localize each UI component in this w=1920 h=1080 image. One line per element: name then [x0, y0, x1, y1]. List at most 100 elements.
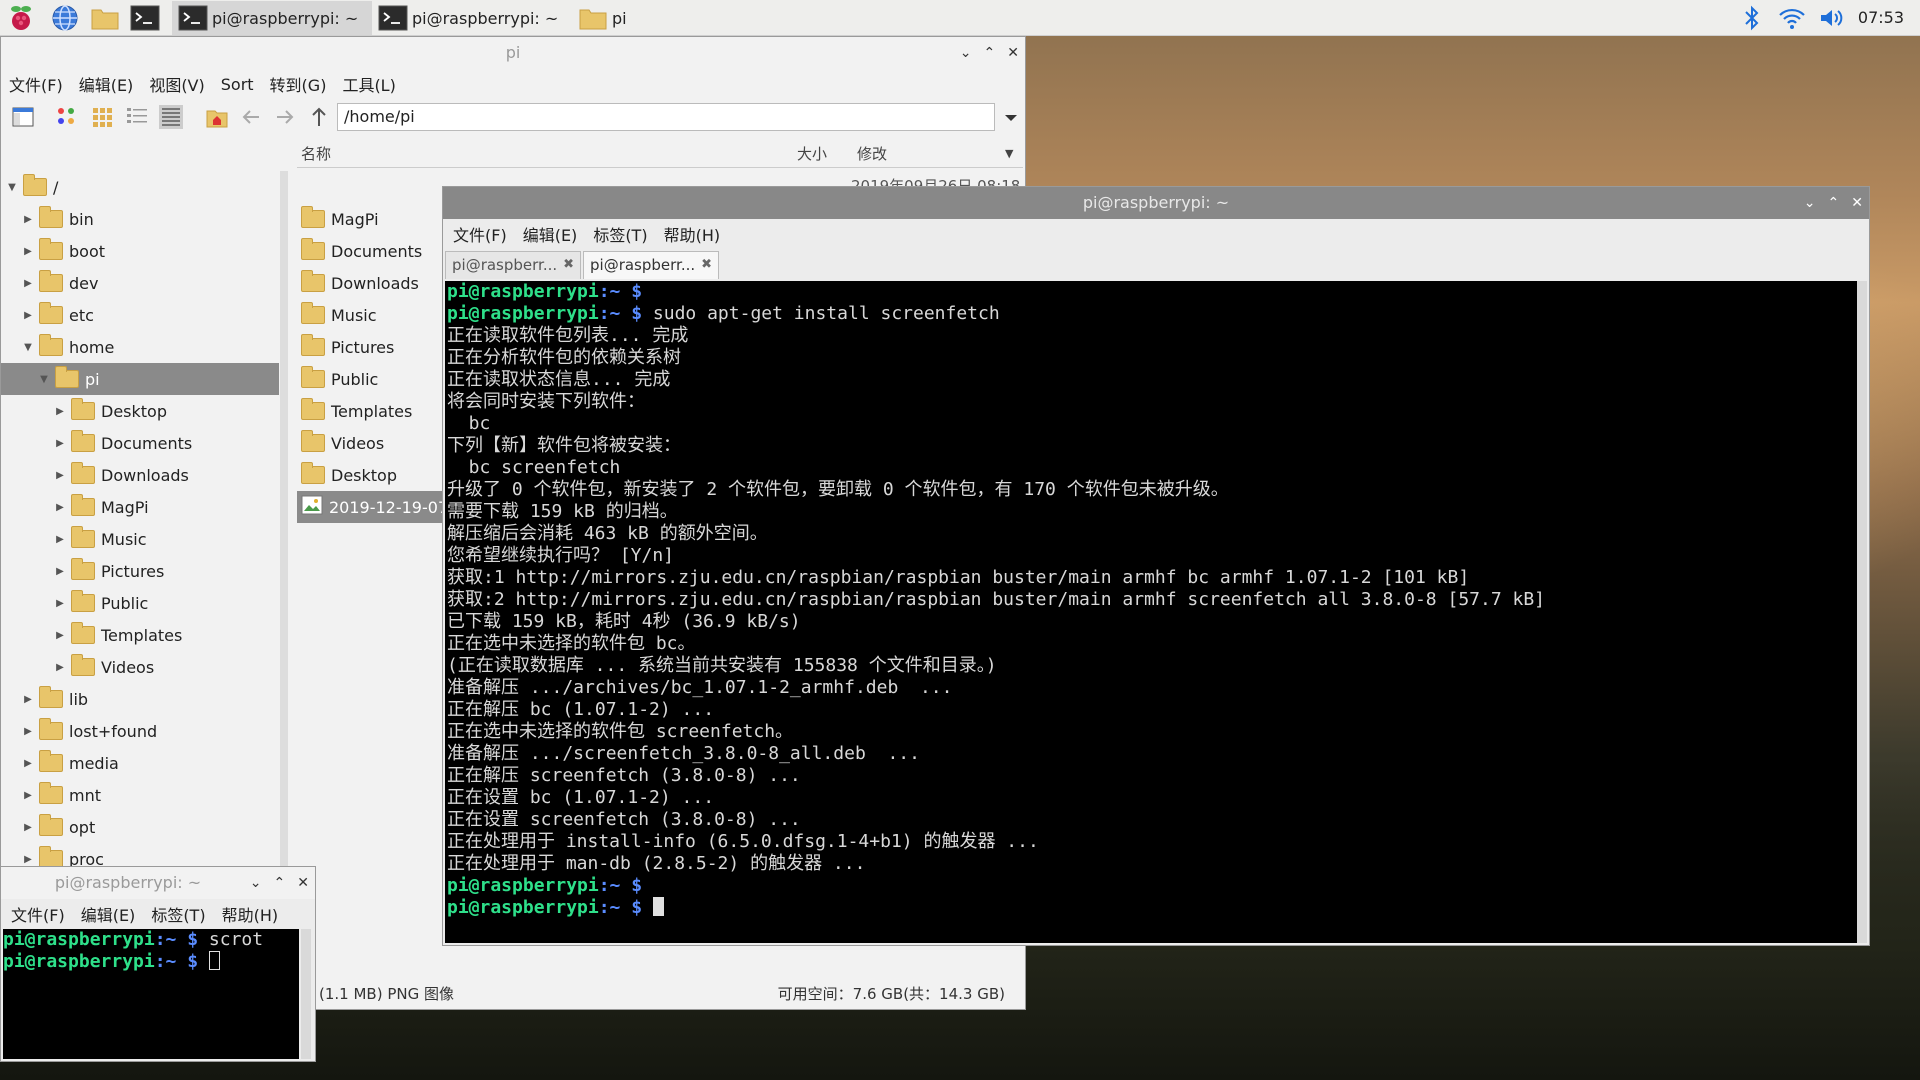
close-tab-icon[interactable]: ✖ [701, 252, 712, 278]
expander-closed-icon[interactable]: ▶ [53, 662, 67, 673]
menu-tabs[interactable]: 标签(T) [585, 222, 655, 246]
expander-closed-icon[interactable]: ▶ [21, 694, 35, 705]
menu-tabs[interactable]: 标签(T) [143, 902, 213, 926]
terminal-titlebar[interactable]: pi@raspberrypi: ~ ⌄ ⌃ ✕ [1, 867, 315, 899]
tree-item[interactable]: ▶ media [1, 747, 279, 779]
close-icon[interactable]: ✕ [1851, 187, 1863, 219]
menu-sort[interactable]: Sort [213, 75, 262, 94]
close-icon[interactable]: ✕ [1007, 37, 1019, 69]
tree-item[interactable]: ▼ home [1, 331, 279, 363]
expander-closed-icon[interactable]: ▶ [21, 246, 35, 257]
menu-file[interactable]: 文件(F) [445, 222, 515, 246]
tree-item[interactable]: ▶ MagPi [1, 491, 279, 523]
column-size[interactable]: 大小 [797, 143, 827, 164]
tree-item[interactable]: ▶ lib [1, 683, 279, 715]
view-compact-icon[interactable] [125, 105, 149, 129]
path-input[interactable]: /home/pi [337, 103, 995, 131]
maximize-icon[interactable]: ⌃ [984, 37, 996, 69]
tree-item[interactable]: ▼ / [1, 171, 279, 203]
menu-tools[interactable]: 工具(L) [334, 72, 403, 96]
tree-item[interactable]: ▶ opt [1, 811, 279, 843]
menu-edit[interactable]: 编辑(E) [71, 72, 142, 96]
tree-scrollbar[interactable] [280, 171, 288, 901]
home-folder-icon[interactable] [205, 105, 229, 129]
view-icons-color-icon[interactable] [55, 105, 79, 129]
tree-item[interactable]: ▶ Downloads [1, 459, 279, 491]
expander-closed-icon[interactable]: ▶ [21, 822, 35, 833]
menu-view[interactable]: 视图(V) [141, 72, 212, 96]
expander-open-icon[interactable]: ▼ [37, 374, 51, 385]
tree-item[interactable]: ▶ lost+found [1, 715, 279, 747]
expander-closed-icon[interactable]: ▶ [53, 566, 67, 577]
tree-item[interactable]: ▶ Public [1, 587, 279, 619]
minimize-icon[interactable]: ⌄ [250, 867, 262, 899]
web-browser-icon[interactable] [50, 3, 80, 33]
terminal-output[interactable]: pi@raspberrypi:~ $ pi@raspberrypi:~ $ sud… [445, 281, 1857, 943]
tree-item[interactable]: ▼ pi [1, 363, 279, 395]
volume-icon[interactable] [1818, 0, 1846, 36]
taskbar-clock[interactable]: 07:53 [1858, 0, 1904, 36]
bluetooth-icon[interactable] [1742, 0, 1762, 36]
terminal-tab-2[interactable]: pi@raspberr... ✖ [583, 251, 719, 279]
tree-item[interactable]: ▶ Pictures [1, 555, 279, 587]
expander-closed-icon[interactable]: ▶ [53, 534, 67, 545]
expander-closed-icon[interactable]: ▶ [21, 214, 35, 225]
terminal-titlebar[interactable]: pi@raspberrypi: ~ ⌄ ⌃ ✕ [443, 187, 1869, 219]
expander-closed-icon[interactable]: ▶ [21, 278, 35, 289]
terminal-launcher-icon[interactable] [130, 3, 160, 33]
column-name[interactable]: 名称 [301, 143, 331, 164]
view-thumbnails-icon[interactable] [91, 105, 115, 129]
menu-file[interactable]: 文件(F) [3, 902, 73, 926]
file-manager-titlebar[interactable]: pi ⌄ ⌃ ✕ [1, 37, 1025, 69]
tree-item[interactable]: ▶ mnt [1, 779, 279, 811]
tree-item[interactable]: ▶ Music [1, 523, 279, 555]
up-arrow-icon[interactable] [307, 105, 331, 129]
wifi-icon[interactable] [1778, 0, 1806, 36]
taskbar-task-file-manager[interactable]: pi [572, 1, 772, 35]
maximize-icon[interactable]: ⌃ [274, 867, 286, 899]
expander-closed-icon[interactable]: ▶ [53, 438, 67, 449]
expander-open-icon[interactable]: ▼ [21, 342, 35, 353]
expander-closed-icon[interactable]: ▶ [21, 726, 35, 737]
new-window-icon[interactable] [11, 105, 35, 129]
expander-closed-icon[interactable]: ▶ [21, 790, 35, 801]
menu-help[interactable]: 帮助(H) [214, 902, 287, 926]
expander-closed-icon[interactable]: ▶ [53, 630, 67, 641]
menu-go[interactable]: 转到(G) [262, 72, 335, 96]
column-modified[interactable]: 修改 [857, 143, 887, 164]
terminal-output[interactable]: pi@raspberrypi:~ $ scrot pi@raspberrypi:~… [3, 929, 299, 1059]
forward-arrow-icon[interactable] [273, 105, 297, 129]
expander-closed-icon[interactable]: ▶ [53, 598, 67, 609]
menu-edit[interactable]: 编辑(E) [515, 222, 586, 246]
menu-edit[interactable]: 编辑(E) [73, 902, 144, 926]
minimize-icon[interactable]: ⌄ [1804, 187, 1816, 219]
taskbar-task-terminal-1[interactable]: pi@raspberrypi: ~ [172, 1, 372, 35]
close-icon[interactable]: ✕ [297, 867, 309, 899]
expander-closed-icon[interactable]: ▶ [53, 470, 67, 481]
raspberry-menu-icon[interactable] [6, 3, 36, 33]
tree-item[interactable]: ▶ Videos [1, 651, 279, 683]
file-manager-icon[interactable] [90, 3, 120, 33]
minimize-icon[interactable]: ⌄ [960, 37, 972, 69]
close-tab-icon[interactable]: ✖ [563, 252, 574, 278]
terminal-scrollbar[interactable] [301, 929, 311, 1059]
taskbar-task-terminal-2[interactable]: pi@raspberrypi: ~ [372, 1, 572, 35]
menu-help[interactable]: 帮助(H) [656, 222, 729, 246]
expander-closed-icon[interactable]: ▶ [21, 854, 35, 865]
tree-item[interactable]: ▶ etc [1, 299, 279, 331]
terminal-tab-1[interactable]: pi@raspberr... ✖ [445, 251, 581, 279]
expander-closed-icon[interactable]: ▶ [21, 310, 35, 321]
expander-closed-icon[interactable]: ▶ [21, 758, 35, 769]
expander-open-icon[interactable]: ▼ [5, 182, 19, 193]
tree-item[interactable]: ▶ Desktop [1, 395, 279, 427]
tree-item[interactable]: ▶ dev [1, 267, 279, 299]
chevron-down-icon[interactable] [999, 105, 1023, 129]
view-list-icon[interactable] [159, 105, 183, 129]
menu-file[interactable]: 文件(F) [1, 72, 71, 96]
tree-item[interactable]: ▶ Documents [1, 427, 279, 459]
tree-item[interactable]: ▶ Templates [1, 619, 279, 651]
terminal-scrollbar[interactable] [1857, 281, 1867, 943]
tree-item[interactable]: ▶ bin [1, 203, 279, 235]
sort-chevron-icon[interactable]: ▼ [1005, 147, 1013, 160]
expander-closed-icon[interactable]: ▶ [53, 406, 67, 417]
